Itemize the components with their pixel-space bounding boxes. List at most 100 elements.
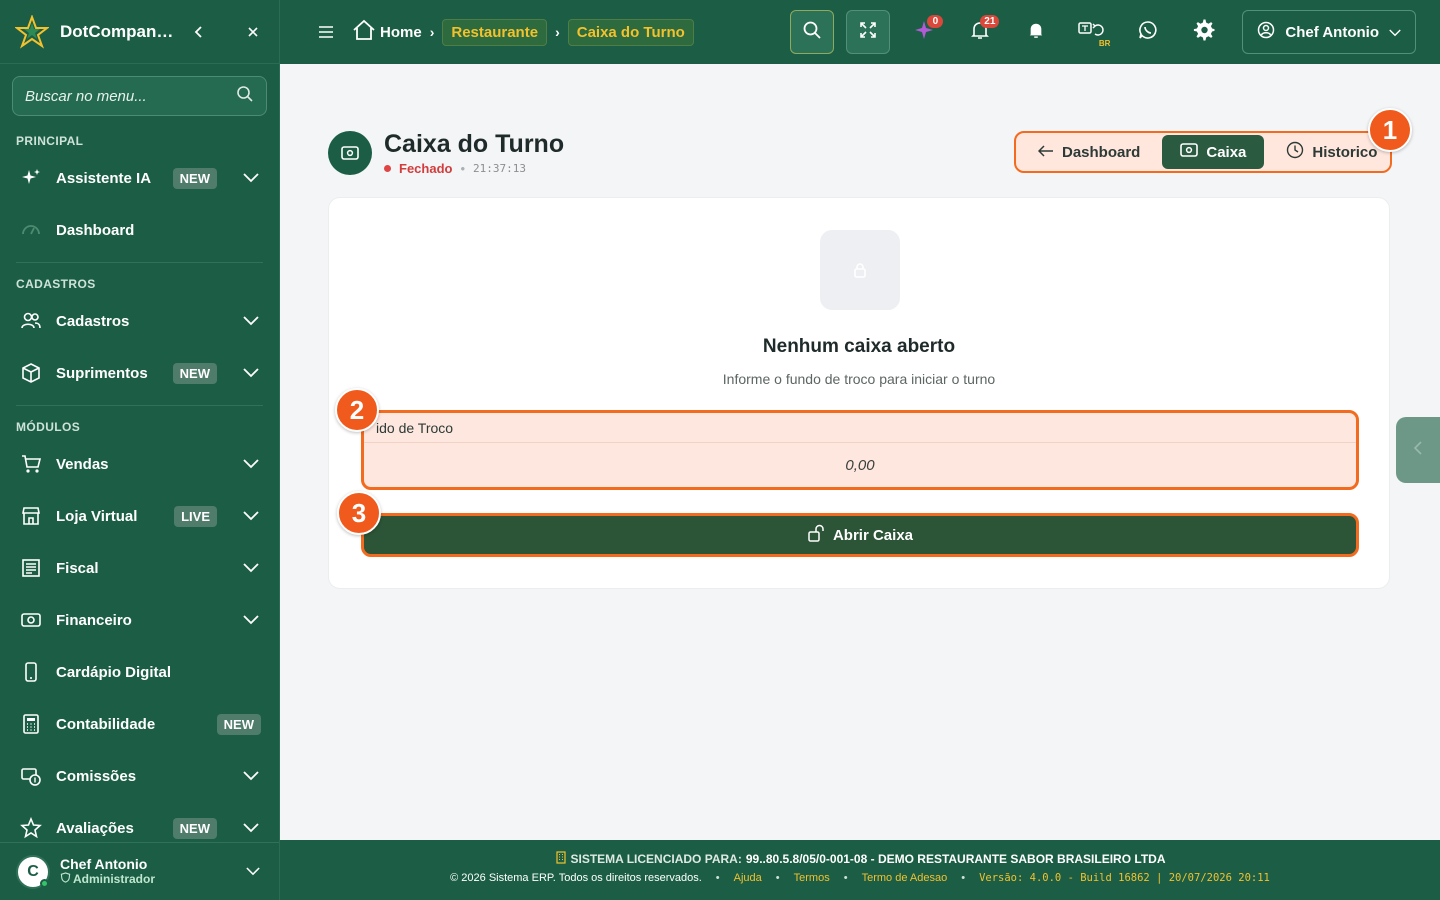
section-principal: PRINCIPAL [16, 134, 84, 148]
empty-state-subtitle: Informe o fundo de troco para iniciar o … [722, 371, 996, 387]
fullscreen-button[interactable] [846, 10, 891, 54]
chevron-down-icon [241, 558, 261, 578]
sidebar-item-comissoes[interactable]: Comissões [0, 750, 279, 802]
ai-assistant-button[interactable]: 0 [902, 10, 946, 54]
link-termo-de-adesao[interactable]: Termo de Adesao [862, 872, 948, 884]
brand-bar: DotCompan… [0, 0, 279, 64]
side-panel-toggle[interactable] [1396, 417, 1440, 483]
star-icon [20, 817, 42, 839]
global-search-button[interactable] [790, 10, 835, 54]
top-actions: 0 21 BR Chef Antonio [784, 10, 1416, 54]
search-icon [802, 20, 822, 45]
empty-state-title: Nenhum caixa aberto [762, 336, 956, 357]
sidebar-nav: PRINCIPAL Assistente IA NEW Dashboard CA… [0, 122, 279, 842]
separator-dot: • [460, 161, 466, 176]
divider [16, 405, 263, 406]
user-menu-label: Chef Antonio [1285, 23, 1379, 41]
avatar-initial: C [27, 862, 39, 880]
notifications-button[interactable]: 21 [958, 10, 1002, 54]
collapse-sidebar-icon[interactable] [187, 20, 211, 44]
breadcrumb-home[interactable]: Home [352, 19, 422, 45]
fundo-de-troco-label: ido de Troco [364, 413, 1356, 443]
section-cadastros: CADASTROS [16, 277, 96, 291]
sidebar-item-label: Cadastros [56, 312, 130, 330]
sidebar-item-contabilidade[interactable]: Contabilidade NEW [0, 698, 279, 750]
breadcrumb-home-label: Home [380, 23, 422, 41]
online-indicator [40, 878, 49, 888]
user-menu[interactable]: Chef Antonio [1242, 10, 1416, 54]
whatsapp-button[interactable] [1126, 10, 1170, 54]
box-icon [20, 362, 42, 384]
chevron-down-icon[interactable] [243, 862, 263, 882]
user-info: Chef Antonio Administrador [60, 857, 233, 885]
status-dot [384, 165, 391, 172]
sparkles-icon [20, 167, 42, 189]
step-marker-3: 3 [337, 491, 381, 535]
link-termos[interactable]: Termos [794, 872, 830, 884]
expand-icon [859, 21, 877, 44]
topbar: Home › Restaurante › Caixa do Turno 0 21… [280, 0, 1440, 64]
tab-dashboard[interactable]: Dashboard [1020, 135, 1158, 169]
sidebar-item-suprimentos[interactable]: Suprimentos NEW [0, 347, 279, 399]
fundo-de-troco-field: ido de Troco [361, 410, 1359, 490]
page-header: Caixa do Turno Fechado • 21:37:13 [328, 130, 564, 176]
abrir-caixa-button[interactable]: Abrir Caixa [361, 513, 1359, 557]
tab-caixa[interactable]: Caixa [1162, 135, 1265, 169]
chevron-down-icon [241, 506, 261, 526]
settings-button[interactable] [1182, 10, 1226, 54]
chevron-down-icon [241, 168, 261, 188]
license-line: SISTEMA LICENCIADO PARA: 99..80.5.8/05/0… [280, 851, 1440, 867]
brand-name: DotCompan… [60, 21, 174, 41]
notification-count-badge: 21 [980, 15, 1000, 28]
menu-search-input[interactable] [25, 87, 236, 105]
main-content: Caixa do Turno Fechado • 21:37:13 Dashbo… [280, 64, 1440, 840]
search-icon[interactable] [236, 85, 254, 108]
fundo-de-troco-input[interactable] [364, 443, 1356, 487]
chevron-down-icon [241, 766, 261, 786]
gauge-icon [20, 219, 42, 241]
lock-icon [820, 230, 900, 310]
sidebar-item-avaliacoes[interactable]: Avaliações NEW [0, 802, 279, 842]
user-role: Administrador [60, 872, 233, 886]
new-badge: NEW [172, 817, 217, 839]
breadcrumb: Home › Restaurante › Caixa do Turno [352, 18, 694, 46]
page-status: Fechado • 21:37:13 [384, 161, 564, 176]
license-value: 99..80.5.8/05/0-001-08 - DEMO RESTAURANT… [745, 852, 1166, 866]
cart-icon [20, 453, 42, 475]
building-icon [555, 851, 567, 867]
calculator-icon [20, 713, 42, 735]
close-icon[interactable] [241, 20, 265, 44]
sidebar-item-cadastros[interactable]: Cadastros [0, 295, 279, 347]
cash-icon [1180, 143, 1199, 161]
breadcrumb-caixa-do-turno[interactable]: Caixa do Turno [567, 18, 694, 46]
bell-icon [1028, 21, 1044, 44]
shield-icon [60, 872, 71, 886]
step-marker-2: 2 [335, 388, 379, 432]
menu-icon[interactable] [316, 22, 336, 42]
breadcrumb-separator: › [429, 24, 435, 40]
sidebar-item-vendas[interactable]: Vendas [0, 438, 279, 490]
sidebar-user[interactable]: C Chef Antonio Administrador [0, 842, 279, 900]
whatsapp-icon [1138, 20, 1158, 45]
sidebar-item-label: Contabilidade [56, 715, 156, 733]
sidebar-item-cardapio-digital[interactable]: Cardápio Digital [0, 646, 279, 698]
sidebar-item-financeiro[interactable]: Financeiro [0, 594, 279, 646]
sidebar: DotCompan… PRINCIPAL Assistente IA NEW D… [0, 0, 280, 900]
tab-historico-label: Historico [1312, 143, 1378, 161]
separator-dot: • [961, 872, 966, 884]
store-icon [20, 505, 42, 527]
unlock-icon [807, 524, 825, 546]
page-heading: Caixa do Turno Fechado • 21:37:13 [384, 130, 564, 176]
new-badge: NEW [216, 713, 261, 735]
sidebar-item-loja-virtual[interactable]: Loja Virtual LIVE [0, 490, 279, 542]
sidebar-item-label: Assistente IA [56, 169, 152, 187]
language-button[interactable]: BR [1070, 10, 1114, 54]
sidebar-item-label: Vendas [56, 455, 109, 473]
breadcrumb-restaurante[interactable]: Restaurante [442, 18, 548, 46]
gear-icon [1192, 18, 1216, 47]
sidebar-item-dashboard[interactable]: Dashboard [0, 204, 279, 256]
sidebar-item-fiscal[interactable]: Fiscal [0, 542, 279, 594]
alerts-button[interactable] [1014, 10, 1058, 54]
link-ajuda[interactable]: Ajuda [734, 872, 762, 884]
sidebar-item-assistente-ia[interactable]: Assistente IA NEW [0, 152, 279, 204]
